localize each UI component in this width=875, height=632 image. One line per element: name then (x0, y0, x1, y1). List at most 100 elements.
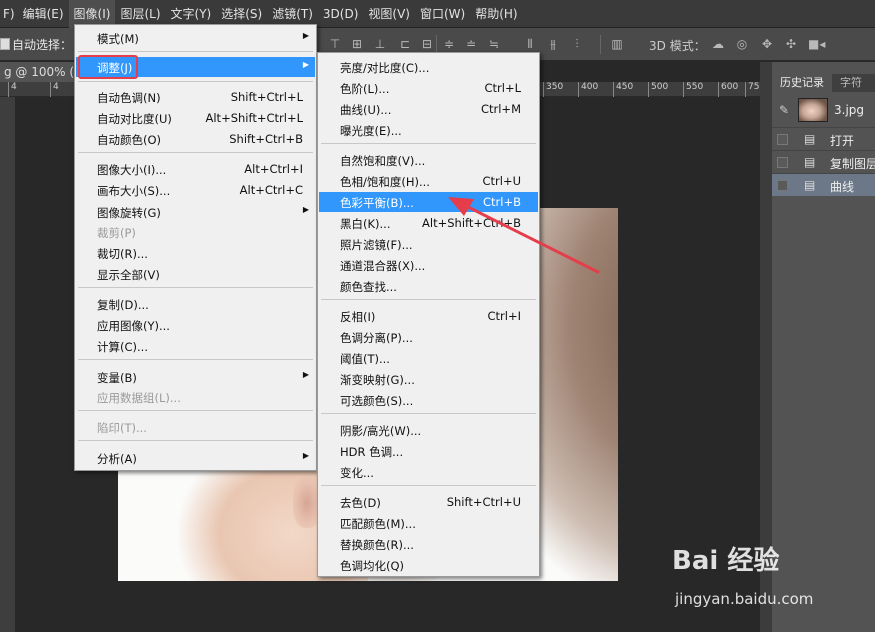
menu-item-brightness-contrast[interactable]: 亮度/对比度(C)... (319, 57, 538, 77)
menu-separator (321, 143, 536, 144)
menu-item-hue-saturation[interactable]: 色相/饱和度(H)... Ctrl+U (319, 171, 538, 191)
menu-item-canvas-size[interactable]: 画布大小(S)... Alt+Ctrl+C (76, 180, 315, 200)
history-snapshot[interactable]: ✎ 3.jpg (772, 95, 875, 125)
auto-select-label: 自动选择： (12, 38, 73, 52)
menu-filter-partial[interactable]: F) (0, 0, 18, 28)
history-brush-icon[interactable]: ✎ (779, 103, 789, 117)
menu-item-channel-mixer[interactable]: 通道混合器(X)... (319, 255, 538, 275)
ruler-tick: 550 (683, 82, 703, 97)
menu-item-exposure[interactable]: 曝光度(E)... (319, 120, 538, 140)
menu-item-mode[interactable]: 模式(M) ▶ (76, 28, 315, 48)
menu-item-apply-image[interactable]: 应用图像(Y)... (76, 315, 315, 335)
distribute-vcenter-icon[interactable]: ≐ (464, 37, 478, 52)
menu-item-label: 色阶(L)... (340, 82, 390, 96)
history-source-checkbox[interactable] (777, 180, 788, 191)
tab-character[interactable]: 字符 (832, 74, 870, 92)
menu-view[interactable]: 视图(V) (363, 0, 415, 28)
menu-item-auto-contrast[interactable]: 自动对比度(U) Alt+Shift+Ctrl+L (76, 108, 315, 128)
menu-item-posterize[interactable]: 色调分离(P)... (319, 327, 538, 347)
ruler-tick: 450 (613, 82, 633, 97)
menu-item-auto-tone[interactable]: 自动色调(N) Shift+Ctrl+L (76, 87, 315, 107)
3d-roll-icon[interactable]: ◎ (735, 37, 749, 52)
auto-select-checkbox[interactable] (0, 38, 10, 50)
menu-item-label: 替换颜色(R)... (340, 538, 414, 552)
ruler-tick: 4 (8, 82, 17, 97)
history-item[interactable]: ▤ 复制图层 (772, 150, 875, 173)
3d-scale-icon[interactable]: ■◂ (808, 37, 825, 52)
3d-pan-icon[interactable]: ✥ (760, 37, 774, 52)
menu-window[interactable]: 窗口(W) (415, 0, 470, 28)
menu-item-black-white[interactable]: 黑白(K)... Alt+Shift+Ctrl+B (319, 213, 538, 233)
menu-item-shadows-highlights[interactable]: 阴影/高光(W)... (319, 420, 538, 440)
menu-item-shortcut: Alt+Ctrl+C (239, 183, 303, 197)
menu-item-label: 自然饱和度(V)... (340, 154, 426, 168)
distribute-right-icon[interactable]: ⫶ (570, 37, 584, 52)
menu-item-variations[interactable]: 变化... (319, 462, 538, 482)
menu-item-invert[interactable]: 反相(I) Ctrl+I (319, 306, 538, 326)
3d-rotate-icon[interactable]: ☁ (711, 37, 725, 52)
menu-item-image-size[interactable]: 图像大小(I)... Alt+Ctrl+I (76, 159, 315, 179)
distribute-left-icon[interactable]: ⫴ (523, 37, 537, 52)
menu-help[interactable]: 帮助(H) (470, 0, 522, 28)
menu-item-gradient-map[interactable]: 渐变映射(G)... (319, 369, 538, 389)
menu-item-trim[interactable]: 裁切(R)... (76, 243, 315, 263)
align-hcenter-icon[interactable]: ⊟ (420, 37, 434, 52)
menu-item-label: 反相(I) (340, 310, 376, 324)
menu-item-shortcut: Alt+Shift+Ctrl+L (205, 111, 304, 125)
menu-item-duplicate[interactable]: 复制(D)... (76, 294, 315, 314)
distribute-hcenter-icon[interactable]: ⫵ (546, 37, 560, 52)
distribute-top-icon[interactable]: ≑ (442, 37, 456, 52)
menu-item-selective-color[interactable]: 可选颜色(S)... (319, 390, 538, 410)
3d-slide-icon[interactable]: ✣ (784, 37, 798, 52)
menu-item-match-color[interactable]: 匹配颜色(M)... (319, 513, 538, 533)
document-tab[interactable]: g @ 100% (背 (0, 62, 80, 82)
distribute-bottom-icon[interactable]: ≒ (487, 37, 501, 52)
vertical-ruler (0, 97, 15, 632)
menu-item-desaturate[interactable]: 去色(D) Shift+Ctrl+U (319, 492, 538, 512)
menu-item-color-lookup[interactable]: 颜色查找... (319, 276, 538, 296)
menu-item-levels[interactable]: 色阶(L)... Ctrl+L (319, 78, 538, 98)
menu-item-hdr-toning[interactable]: HDR 色调... (319, 441, 538, 461)
menu-item-shortcut: Shift+Ctrl+L (230, 90, 303, 104)
menu-item-auto-color[interactable]: 自动颜色(O) Shift+Ctrl+B (76, 129, 315, 149)
menu-item-vibrance[interactable]: 自然饱和度(V)... (319, 150, 538, 170)
menu-item-equalize[interactable]: 色调均化(Q) (319, 555, 538, 575)
history-source-checkbox[interactable] (777, 157, 788, 168)
menu-item-replace-color[interactable]: 替换颜色(R)... (319, 534, 538, 554)
history-item-selected[interactable]: ▤ 曲线 (772, 173, 875, 196)
menu-item-label: 通道混合器(X)... (340, 259, 426, 273)
menu-item-label: 自动颜色(O) (97, 133, 162, 147)
menu-item-label: HDR 色调... (340, 445, 404, 459)
menu-item-reveal-all[interactable]: 显示全部(V) (76, 264, 315, 284)
history-source-checkbox[interactable] (777, 134, 788, 145)
menu-item-label: 画布大小(S)... (97, 184, 171, 198)
align-vcenter-icon[interactable]: ⊞ (350, 37, 364, 52)
ruler-tick: 500 (648, 82, 668, 97)
history-item[interactable]: ▤ 打开 (772, 127, 875, 150)
menu-item-label: 裁切(R)... (97, 247, 148, 261)
menu-item-color-balance[interactable]: 色彩平衡(B)... Ctrl+B (319, 192, 538, 212)
mode-3d-label: 3D 模式： (649, 39, 706, 53)
menu-separator (78, 81, 313, 82)
auto-align-icon[interactable]: ▥ (610, 37, 624, 52)
align-top-icon[interactable]: ⊤ (328, 37, 342, 52)
tab-history[interactable]: 历史记录 (772, 74, 832, 92)
menu-item-photo-filter[interactable]: 照片滤镜(F)... (319, 234, 538, 254)
menu-item-label: 可选颜色(S)... (340, 394, 414, 408)
menu-item-trap: 陷印(T)... (76, 417, 315, 437)
document-icon: ▤ (804, 132, 816, 146)
menu-item-curves[interactable]: 曲线(U)... Ctrl+M (319, 99, 538, 119)
submenu-arrow-icon: ▶ (302, 60, 309, 69)
menu-edit[interactable]: 编辑(E) (18, 0, 69, 28)
menu-item-label: 裁剪(P) (97, 226, 136, 240)
align-bottom-icon[interactable]: ⊥ (373, 37, 387, 52)
menu-item-image-rotation[interactable]: 图像旋转(G) ▶ (76, 202, 315, 222)
divider (600, 35, 601, 54)
menu-item-label: 变量(B) (97, 371, 137, 385)
menu-item-variables[interactable]: 变量(B) ▶ (76, 367, 315, 387)
menu-item-calculations[interactable]: 计算(C)... (76, 336, 315, 356)
menu-item-threshold[interactable]: 阈值(T)... (319, 348, 538, 368)
menu-3d[interactable]: 3D(D) (318, 0, 363, 28)
menu-item-analysis[interactable]: 分析(A) ▶ (76, 448, 315, 468)
align-left-icon[interactable]: ⊏ (398, 37, 412, 52)
